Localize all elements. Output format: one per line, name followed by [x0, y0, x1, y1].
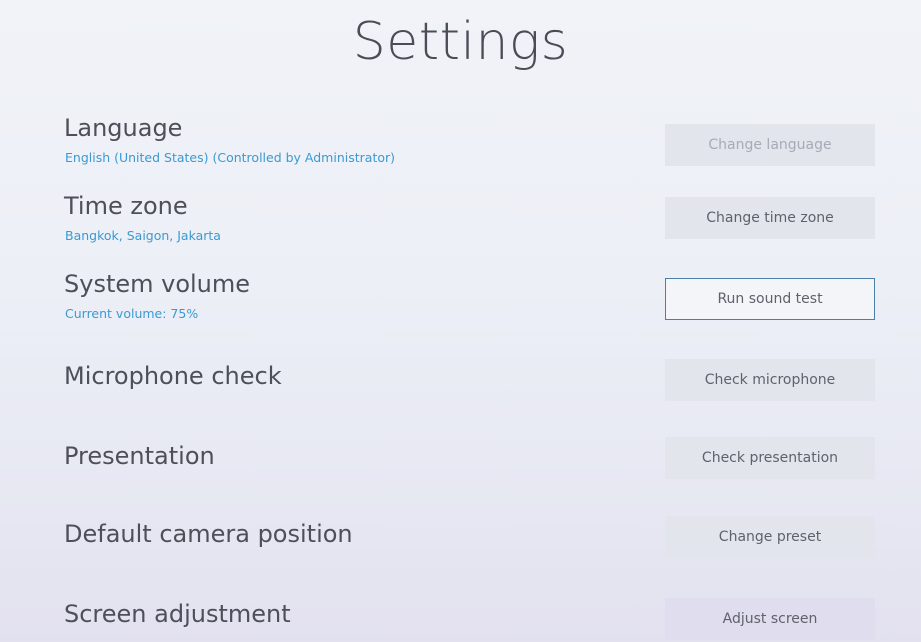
setting-label-presentation: Presentation	[64, 442, 215, 470]
change-time-zone-button[interactable]: Change time zone	[665, 197, 875, 239]
settings-screen: Settings Language English (United States…	[0, 0, 921, 642]
check-presentation-button[interactable]: Check presentation	[665, 437, 875, 479]
setting-label-system-volume: System volume	[64, 270, 251, 298]
setting-label-screen-adjustment: Screen adjustment	[64, 600, 291, 628]
page-title: Settings	[352, 12, 569, 72]
change-language-button: Change language	[665, 124, 875, 166]
setting-label-time-zone: Time zone	[64, 192, 188, 220]
change-preset-button[interactable]: Change preset	[665, 516, 875, 558]
setting-detail-language: English (United States) (Controlled by A…	[65, 150, 396, 165]
setting-detail-system-volume: Current volume: 75%	[65, 306, 199, 321]
setting-label-default-camera-position: Default camera position	[64, 520, 353, 548]
adjust-screen-button[interactable]: Adjust screen	[665, 598, 875, 640]
check-microphone-button[interactable]: Check microphone	[665, 359, 875, 401]
run-sound-test-button[interactable]: Run sound test	[665, 278, 875, 320]
setting-detail-time-zone: Bangkok, Saigon, Jakarta	[65, 228, 221, 243]
setting-label-microphone-check: Microphone check	[64, 362, 282, 390]
setting-label-language: Language	[64, 114, 183, 142]
